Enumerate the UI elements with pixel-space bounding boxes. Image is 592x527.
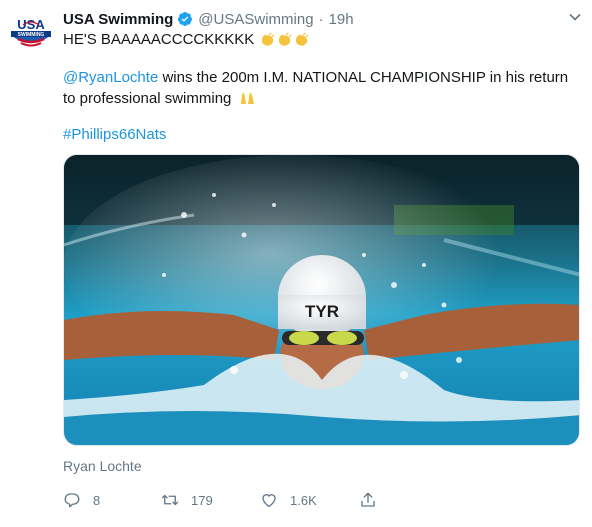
headline-text: HE'S BAAAAACCCCKKKKK xyxy=(63,31,255,48)
clap-icon xyxy=(296,32,309,46)
avatar[interactable]: USA SWIMMING xyxy=(8,11,54,57)
chevron-down-icon[interactable] xyxy=(568,10,582,24)
clap-icon xyxy=(262,32,275,46)
retweet-icon xyxy=(161,494,179,506)
share-button[interactable] xyxy=(359,488,377,512)
photo-caption[interactable]: Ryan Lochte xyxy=(63,458,142,474)
svg-text:SWIMMING: SWIMMING xyxy=(18,32,45,38)
share-icon xyxy=(361,492,375,507)
raised-hands-icon xyxy=(240,92,254,104)
reply-icon xyxy=(64,493,80,508)
svg-text:USA: USA xyxy=(17,17,45,32)
usa-swimming-logo: USA SWIMMING xyxy=(8,11,54,57)
clap-icon xyxy=(279,32,292,46)
reply-count: 8 xyxy=(93,492,101,508)
tweet-actions: 8 179 1.6K xyxy=(63,488,463,512)
like-button[interactable]: 1.6K xyxy=(260,488,317,512)
timestamp[interactable]: 19h xyxy=(329,11,354,28)
like-icon xyxy=(262,494,276,508)
retweet-count: 179 xyxy=(191,492,213,508)
tweet-header: USA Swimming @USASwimming · 19h xyxy=(63,8,582,30)
like-count: 1.6K xyxy=(290,492,317,508)
handle[interactable]: @USASwimming xyxy=(198,11,313,28)
display-name[interactable]: USA Swimming xyxy=(63,11,173,28)
reply-button[interactable]: 8 xyxy=(63,488,100,512)
tweet-text-body: @RyanLochte wins the 200m I.M. NATIONAL … xyxy=(63,67,583,109)
separator: · xyxy=(318,10,324,28)
hashtag-link[interactable]: #Phillips66Nats xyxy=(63,126,166,143)
swimmer-image: TYR xyxy=(64,155,579,445)
verified-icon xyxy=(178,12,193,26)
retweet-button[interactable]: 179 xyxy=(161,488,213,512)
tweet-photo[interactable]: TYR xyxy=(63,154,580,446)
mention-link[interactable]: @RyanLochte xyxy=(63,69,158,86)
svg-text:TYR: TYR xyxy=(305,302,339,321)
tweet-text-line1: HE'S BAAAAACCCCKKKKK xyxy=(63,31,309,48)
